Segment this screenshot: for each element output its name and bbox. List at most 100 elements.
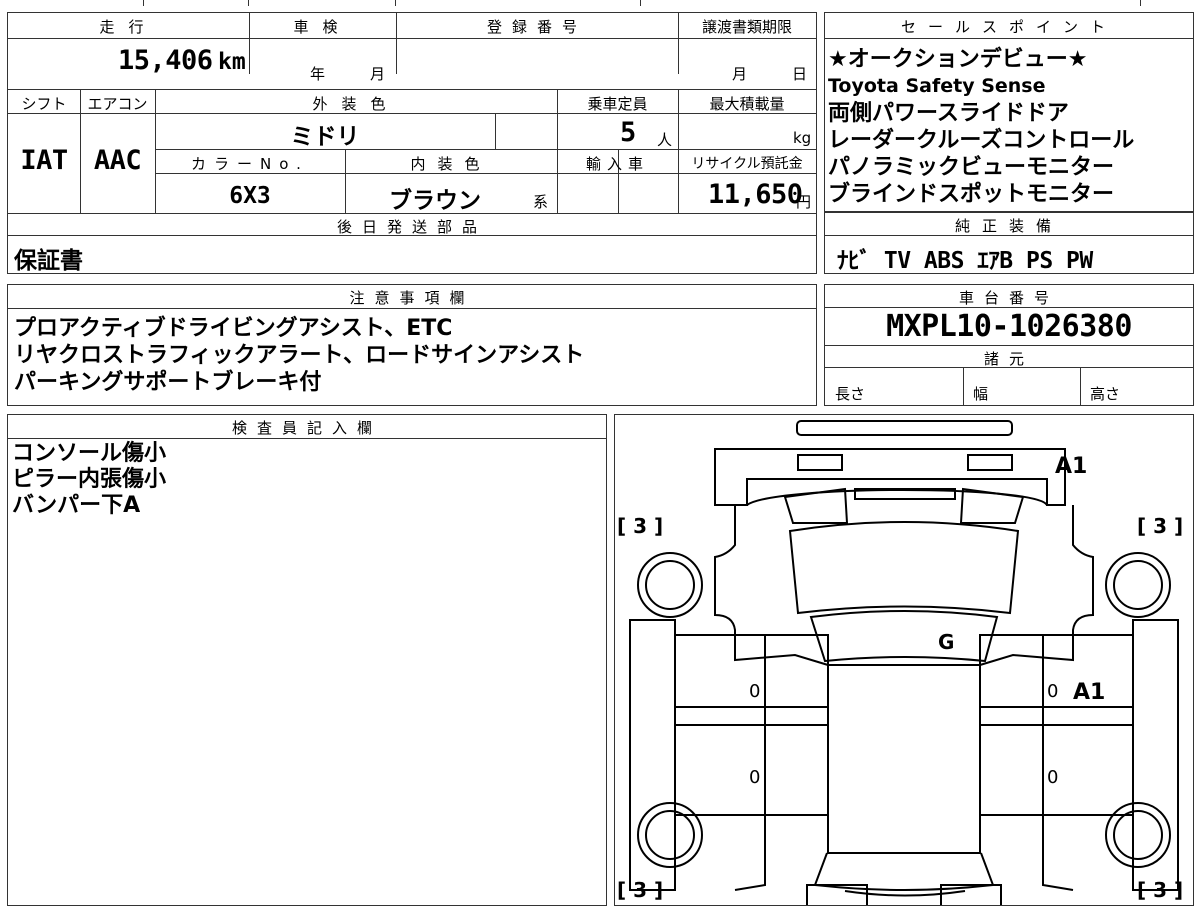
shift-value: IAT: [20, 145, 68, 176]
sales-point-item: ★オークションデビュー★: [828, 47, 1088, 72]
mileage-label: 走行: [99, 18, 158, 36]
recycle-value: 11,650: [708, 179, 803, 210]
aircon-label: エアコン: [87, 95, 148, 113]
capacity-label: 乗車定員: [587, 95, 648, 113]
aircon-value: AAC: [93, 145, 142, 176]
chassis-box: 車台番号 MXPL10-1026380 諸元 長さ 幅 高さ: [824, 284, 1194, 406]
mark-right-front-door: 0: [1047, 681, 1058, 702]
registration-label: 登録番号: [486, 18, 587, 36]
exterior-color-label: 外装色: [312, 95, 400, 113]
exterior-color-value: ミドリ: [290, 124, 360, 150]
front-lamp-right: [967, 454, 1013, 471]
note-line: リヤクロストラフィックアラート、ロードサインアシスト: [14, 343, 585, 368]
rear-right-wheel-inner: [1113, 810, 1163, 860]
inspector-line: ピラー内張傷小: [12, 467, 167, 492]
later-parts-label: 後日発送部品: [336, 218, 487, 236]
width-label: 幅: [973, 385, 989, 403]
later-parts-value: 保証書: [14, 248, 83, 274]
transfer-day: 日: [792, 65, 808, 83]
right-front-door: [979, 634, 1134, 726]
equipment-label: 純正装備: [954, 217, 1063, 235]
capacity-value: 5: [620, 117, 636, 148]
chassis-label: 車台番号: [958, 289, 1059, 307]
inspector-box: 検査員記入欄 コンソール傷小 ピラー内張傷小 バンパー下A: [7, 414, 607, 906]
right-body-front: [979, 505, 1094, 666]
front-lamp-left: [797, 454, 843, 471]
recycle-unit: 円: [796, 193, 812, 211]
mark-left-front-door: 0: [749, 681, 760, 702]
rear-curve: [844, 890, 966, 897]
left-front-door: [674, 634, 829, 726]
top-strip: [0, 0, 1200, 6]
height-label: 高さ: [1090, 385, 1121, 403]
sales-point-item: 両側パワースライドドア: [828, 101, 1069, 126]
front-right-wheel-inner: [1113, 560, 1163, 610]
chassis-number: MXPL10-1026380: [886, 309, 1132, 344]
mark-front-bumper: A1: [1055, 454, 1087, 479]
front-left-wheel-inner: [645, 560, 695, 610]
mark-left-rear-door: 0: [749, 767, 760, 788]
notes-label: 注意事項欄: [349, 289, 475, 307]
recycle-label: リサイクル預託金: [691, 156, 803, 172]
sales-point-item: レーダークルーズコントロール: [828, 128, 1135, 153]
color-no-label: カラーNo.: [191, 155, 309, 173]
sales-point-item: パノラミックビューモニター: [828, 155, 1115, 180]
note-line: パーキングサポートブレーキ付: [14, 370, 322, 395]
mileage-unit: km: [218, 49, 246, 75]
transfer-deadline-label: 譲渡書類期限: [701, 18, 792, 36]
tire-rear-left: [ 3 ]: [617, 878, 663, 902]
equipment-box: 純正装備 ﾅﾋﾞ TV ABS ｴｱB PS PW: [824, 212, 1194, 274]
tire-front-left: [ 3 ]: [617, 514, 663, 538]
mark-roof: G: [938, 630, 954, 654]
mileage-value: 15,406: [118, 45, 213, 76]
equipment-value: ﾅﾋﾞ TV ABS ｴｱB PS PW: [837, 248, 1093, 274]
sales-points-list: ★オークションデビュー★ Toyota Safety Sense 両側パワースラ…: [828, 46, 1134, 208]
inspector-line: コンソール傷小: [12, 441, 167, 466]
inspector-label: 検査員記入欄: [231, 419, 382, 437]
mark-right-rear-door: 0: [1047, 767, 1058, 788]
capacity-unit: 人: [657, 131, 673, 149]
front-left-wheel-outer: [637, 552, 703, 618]
dimensions-label: 諸元: [983, 350, 1034, 368]
windshield: [788, 521, 1020, 615]
interior-suffix: 系: [533, 193, 549, 211]
rear-left-wheel-outer: [637, 802, 703, 868]
right-side-panel: [1132, 619, 1179, 891]
tire-rear-right: [ 3 ]: [1137, 878, 1183, 902]
import-label: 輸入車: [585, 155, 649, 173]
sales-point-item: Toyota Safety Sense: [828, 75, 1046, 97]
inspector-line: バンパー下A: [12, 493, 141, 518]
front-right-wheel-outer: [1105, 552, 1171, 618]
left-side-panel: [629, 619, 676, 891]
color-no-value: 6X3: [229, 183, 271, 209]
shaken-year: 年: [310, 65, 326, 83]
notes-box: 注意事項欄 プロアクティブドライビングアシスト、ETC リヤクロストラフィックア…: [7, 284, 817, 406]
max-load-unit: kg: [793, 129, 812, 147]
interior-color-value: ブラウン: [389, 188, 481, 214]
transfer-month: 月: [732, 65, 748, 83]
shift-label: シフト: [21, 95, 67, 113]
max-load-label: 最大積載量: [709, 95, 785, 113]
mark-right-door: A1: [1073, 680, 1105, 705]
tire-front-right: [ 3 ]: [1137, 514, 1183, 538]
right-step: [979, 706, 1134, 726]
sales-points-label: セールスポイント: [900, 18, 1117, 36]
car-diagram-box: A1 G A1 0 0 0 0 [ 3 ] [ 3 ] [ 3 ] [ 3 ]: [614, 414, 1194, 906]
shaken-label: 車検: [293, 18, 352, 36]
sales-point-item: ブラインドスポットモニター: [828, 182, 1115, 207]
car-diagram: A1 G A1 0 0 0 0 [ 3 ] [ 3 ] [ 3 ] [ 3 ]: [617, 420, 1183, 905]
roof-front: [809, 610, 999, 663]
inspector-lines: コンソール傷小 ピラー内張傷小 バンパー下A: [12, 441, 166, 519]
left-step: [674, 706, 829, 726]
notes-lines: プロアクティブドライビングアシスト、ETC リヤクロストラフィックアラート、ロー…: [14, 315, 584, 396]
front-bumper-bar: [796, 420, 1013, 436]
note-line: プロアクティブドライビングアシスト、ETC: [14, 316, 453, 341]
shaken-month: 月: [370, 65, 386, 83]
cabin: [827, 664, 981, 854]
interior-color-label: 内装色: [410, 155, 492, 173]
hood-curve: [746, 489, 1048, 506]
sales-points-box: セールスポイント ★オークションデビュー★ Toyota Safety Sens…: [824, 12, 1194, 212]
rear-right-wheel-outer: [1105, 802, 1171, 868]
rear-left-wheel-inner: [645, 810, 695, 860]
length-label: 長さ: [835, 385, 866, 403]
